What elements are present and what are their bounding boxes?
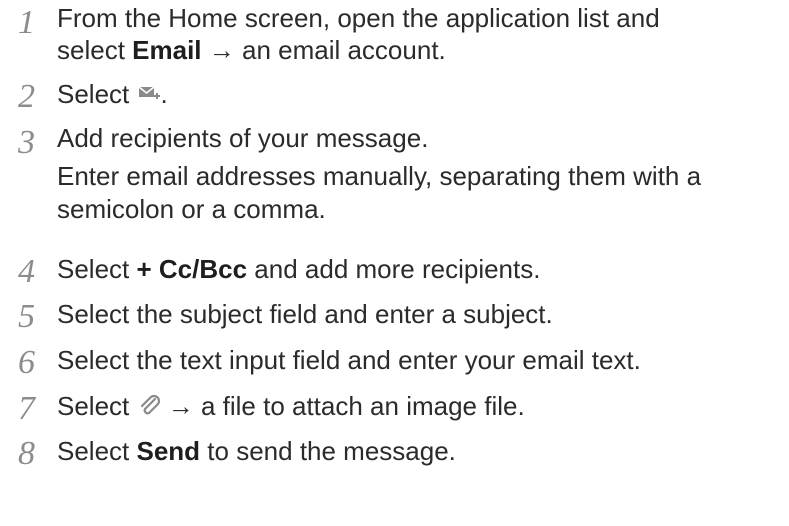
- step-text: Enter email addresses manually, separati…: [57, 161, 702, 191]
- step-number: 5: [18, 298, 35, 335]
- step-text: Select the subject field and enter a sub…: [57, 299, 553, 329]
- step-text: Select .: [57, 78, 168, 112]
- compose-email-icon: [137, 80, 161, 112]
- email-label: Email: [132, 35, 202, 65]
- step-number: 2: [18, 78, 35, 115]
- step-number: 3: [18, 124, 35, 161]
- step-number: 1: [18, 4, 35, 41]
- email-steps: 1 From the Home screen, open the applica…: [0, 0, 789, 526]
- step-text: Select Send to send the message.: [57, 436, 456, 466]
- step-number: 8: [18, 435, 35, 472]
- send-label: Send: [136, 436, 201, 466]
- step-number: 4: [18, 253, 35, 290]
- step-text: Add recipients of your message.: [57, 123, 429, 153]
- step-text: Select + Cc/Bcc and add more recipients.: [57, 254, 541, 284]
- step-text: semicolon or a comma.: [57, 194, 326, 224]
- step-text: select Email → an email account.: [57, 35, 446, 65]
- step-text: Select → a file to attach an image file.: [57, 390, 525, 425]
- step-text: Select the text input field and enter yo…: [57, 345, 641, 375]
- step-number: 7: [18, 390, 35, 427]
- cc-bcc-label: + Cc/Bcc: [136, 254, 248, 284]
- step-number: 6: [18, 344, 35, 381]
- paperclip-icon: [137, 392, 161, 425]
- step-text: From the Home screen, open the applicati…: [57, 3, 660, 33]
